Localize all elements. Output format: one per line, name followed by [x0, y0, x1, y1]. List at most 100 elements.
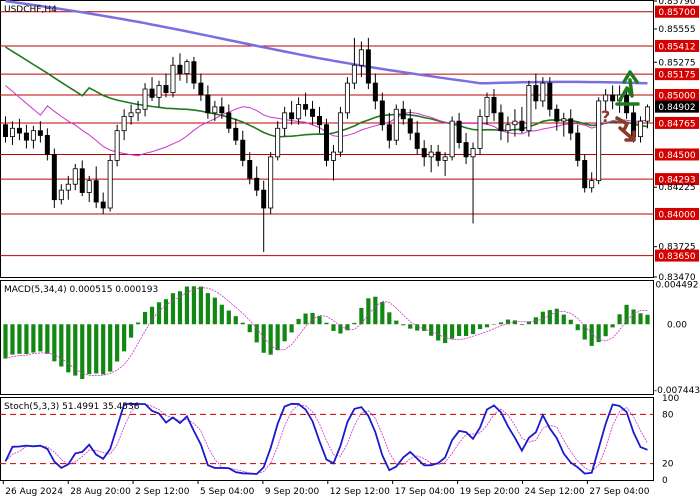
candle-body — [435, 151, 441, 161]
candle-body — [638, 120, 644, 138]
macd-bar — [568, 319, 573, 325]
candle-body — [93, 180, 99, 203]
macd-label: MACD(5,34,4) 0.000515 0.000193 — [4, 285, 158, 295]
macd-bar — [338, 324, 343, 334]
macd-bar — [66, 324, 71, 373]
candle-body — [575, 132, 581, 161]
candle-body — [135, 108, 141, 114]
candle-body — [317, 115, 323, 126]
candle-body — [128, 112, 134, 117]
macd-bar — [205, 293, 210, 325]
candle-body — [470, 148, 476, 158]
macd-bar — [582, 324, 587, 340]
macd-bar — [247, 324, 252, 333]
level-label: 0.84500 — [658, 151, 695, 161]
macd-bar — [331, 324, 336, 331]
candle-body — [2, 124, 8, 138]
macd-bar — [289, 324, 294, 333]
macd-bar — [373, 296, 378, 325]
candle-body — [170, 64, 176, 94]
macd-bar — [177, 291, 183, 325]
macd-bar — [282, 324, 287, 342]
question-mark: ? — [601, 107, 610, 126]
candle-body — [568, 118, 574, 134]
macd-bar — [638, 313, 643, 325]
candle-body — [386, 124, 392, 141]
macd-bar — [470, 324, 476, 335]
macd-bar — [561, 314, 566, 325]
candle-body — [163, 85, 169, 94]
candle-body — [289, 112, 295, 120]
macd-bar — [450, 324, 455, 339]
candle-body — [428, 151, 434, 158]
level-label: 0.84000 — [658, 210, 695, 220]
candle-body — [372, 82, 378, 102]
price-axis: 0.85700 0.85412 0.85175 0.85000 0.84765 0.845… — [653, 0, 699, 283]
candle-body — [610, 94, 616, 102]
macd-bar — [387, 312, 392, 325]
price-tick-label: 0.85790 — [658, 0, 695, 7]
macd-bar — [352, 322, 357, 325]
candle-body — [442, 156, 448, 161]
candle-body — [400, 108, 406, 120]
macd-bar — [366, 298, 371, 325]
candle-body — [519, 120, 525, 132]
candle-body — [72, 168, 78, 185]
candle-body — [589, 180, 595, 189]
macd-bar — [610, 324, 615, 328]
macd-bar — [129, 324, 134, 338]
macd-bar — [59, 324, 64, 367]
macd-bar — [484, 324, 490, 328]
candle-body — [324, 124, 329, 161]
candle-body — [65, 183, 71, 191]
macd-bar — [645, 314, 650, 325]
candle-body — [212, 106, 218, 114]
time-tick-label: 26 Aug 2024 — [5, 487, 63, 497]
macd-bar — [17, 324, 22, 354]
macd-tick-label: 0.00 — [667, 320, 687, 330]
macd-bar — [94, 324, 99, 374]
macd-bar — [3, 324, 8, 359]
level-label: 0.83650 — [658, 252, 695, 262]
candle-body — [177, 64, 183, 74]
macd-bar — [142, 311, 148, 325]
candle-body — [603, 94, 609, 102]
candle-body — [505, 124, 511, 132]
macd-bar — [122, 324, 127, 352]
candle-body — [198, 82, 204, 96]
candle-body — [9, 127, 15, 138]
level-label: 0.85700 — [658, 8, 695, 18]
chart-root: 0.85700 0.85412 0.85175 0.85000 0.84765 0.845… — [0, 0, 700, 500]
candle-body — [37, 130, 43, 136]
price-tick-label: 0.84225 — [658, 183, 695, 193]
candle-body — [463, 142, 469, 158]
macd-bar — [101, 324, 106, 375]
macd-bar — [422, 324, 427, 331]
macd-bar — [498, 322, 504, 325]
candle-body — [582, 160, 588, 189]
stoch-tick-label: 20 — [662, 460, 674, 470]
time-tick-label: 27 Sep 04:00 — [589, 487, 649, 497]
macd-bar — [240, 322, 245, 325]
macd-bar — [547, 310, 552, 325]
candle-body — [114, 130, 120, 161]
macd-panel — [0, 280, 654, 395]
level-label: 0.84765 — [658, 119, 695, 129]
price-tick-label: 0.83725 — [658, 243, 695, 253]
candle-body — [233, 127, 239, 141]
candle-body — [344, 82, 350, 114]
candle-body — [219, 106, 225, 114]
candle-body — [268, 156, 274, 209]
candle-body — [51, 154, 57, 201]
time-tick-label: 24 Sep 12:00 — [524, 487, 584, 497]
candle-body — [149, 88, 155, 98]
candle-body — [498, 112, 504, 132]
time-tick-label: 2 Sep 12:00 — [135, 487, 190, 497]
time-tick-label: 9 Sep 20:00 — [265, 487, 320, 497]
candle-body — [100, 201, 106, 209]
macd-bar — [212, 297, 217, 325]
macd-bar — [10, 324, 15, 355]
macd-bar — [408, 324, 413, 329]
macd-bar — [80, 324, 85, 379]
macd-bar — [296, 318, 301, 325]
